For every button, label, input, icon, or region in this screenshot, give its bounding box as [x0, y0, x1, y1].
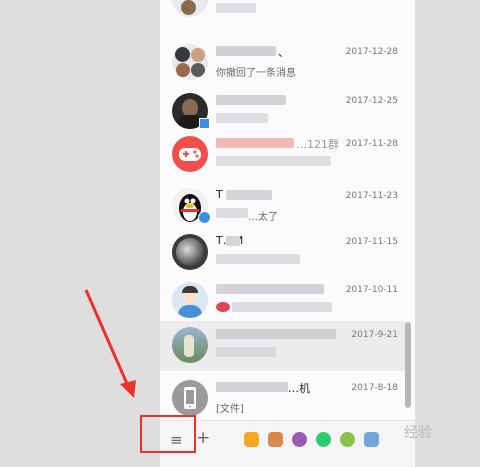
blurred-preview: [216, 156, 331, 166]
phone-avatar-icon: [172, 380, 208, 416]
coin-app-icon[interactable]: [340, 432, 355, 447]
conversation-item[interactable]: …121群 2017-11-28: [160, 130, 406, 179]
menu-button-highlight-box: [140, 415, 196, 453]
blurred-name: [226, 190, 272, 200]
blurred-preview: [216, 3, 256, 13]
add-button[interactable]: +: [196, 430, 210, 447]
blurred-name: [216, 138, 294, 148]
scrollbar[interactable]: [405, 322, 411, 408]
blurred-name: [226, 236, 240, 246]
conversation-date: 2017-11-15: [345, 237, 398, 247]
person-avatar-icon: [172, 234, 208, 270]
mobile-status-icon: [199, 118, 210, 129]
conversation-item[interactable]: 、 你撤回了一条消息 2017-12-28: [160, 38, 406, 87]
blurred-preview: [216, 254, 300, 264]
conversation-name: …机: [288, 382, 310, 395]
blurred-preview: [216, 347, 276, 357]
blurred-preview: [216, 208, 248, 218]
group-avatar-icon: [172, 44, 208, 80]
blurred-preview: [232, 302, 332, 312]
conversation-date: 2017-10-11: [345, 285, 398, 295]
conversation-preview: 你撤回了一条消息: [216, 68, 296, 79]
landscape-avatar-icon: [172, 327, 208, 363]
blurred-name: [216, 284, 324, 294]
blurred-name: [216, 329, 336, 339]
conversation-date: 2017-11-23: [345, 191, 398, 201]
conversation-name: …121群: [296, 138, 339, 151]
conversation-date: 2017-11-28: [345, 139, 398, 149]
game-app-icon[interactable]: [244, 432, 259, 447]
game-controller-avatar-icon: [172, 136, 208, 172]
verified-badge-icon: [198, 211, 211, 224]
blurred-name: [216, 46, 276, 56]
bottom-toolbar: ≡ +: [160, 420, 415, 467]
blurred-preview: [216, 113, 268, 123]
conversation-item[interactable]: T …太了 2017-11-23: [160, 182, 406, 231]
conversation-preview: [文件]: [216, 404, 244, 415]
watermark: 经验: [404, 425, 432, 441]
conversation-date: 2017-12-28: [345, 47, 398, 57]
conversation-item[interactable]: 2017-12-28: [160, 0, 406, 24]
conversation-date: 2017-9-21: [351, 330, 398, 340]
conversation-list-panel: 2017-12-28 、 你撤回了一条消息 2017-12-28 2017-12…: [160, 0, 415, 467]
conversation-item[interactable]: 2017-12-25: [160, 87, 406, 136]
group-avatar-icon: [172, 0, 208, 17]
lips-emoji-icon: [216, 302, 230, 312]
people-app-icon[interactable]: [268, 432, 283, 447]
conversation-item[interactable]: T…M 2017-11-15: [160, 228, 406, 277]
default-user-avatar-icon: [172, 282, 208, 318]
flower-app-icon[interactable]: [292, 432, 307, 447]
conversation-item[interactable]: 2017-10-11: [160, 276, 406, 325]
conversation-preview: …太了: [248, 212, 278, 223]
play-app-icon[interactable]: [316, 432, 331, 447]
conversation-item-selected[interactable]: 2017-9-21: [160, 321, 406, 371]
blurred-name: [216, 382, 288, 392]
shield-app-icon[interactable]: [364, 432, 379, 447]
blurred-name: [216, 95, 286, 105]
conversation-item[interactable]: …机 [文件] 2017-8-18: [160, 374, 406, 423]
conversation-date: 2017-8-18: [351, 383, 398, 393]
conversation-name: 、: [278, 46, 289, 59]
conversation-name: T: [216, 188, 223, 201]
conversation-date: 2017-12-25: [345, 96, 398, 106]
